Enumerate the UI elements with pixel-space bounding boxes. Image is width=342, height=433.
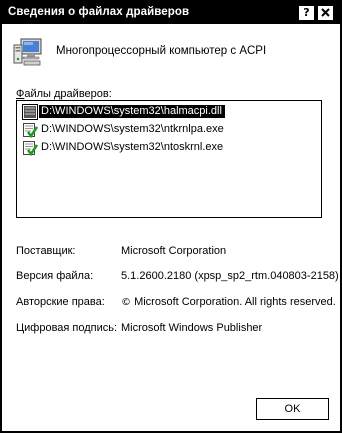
ok-button[interactable]: OK xyxy=(256,398,329,420)
driver-files-label: Файлы драйверов: xyxy=(16,88,112,100)
driver-files-list[interactable]: D:\WINDOWS\system32\halmacpi.dll D:\WIND… xyxy=(16,100,322,218)
signed-file-icon xyxy=(23,123,38,138)
file-version-value: 5.1.2600.2180 (xpsp_sp2_rtm.040803-2158) xyxy=(121,270,339,282)
file-version-label: Версия файла: xyxy=(16,270,94,282)
copyright-icon: © xyxy=(121,297,131,308)
unsigned-file-icon xyxy=(22,104,38,120)
computer-icon xyxy=(13,38,42,66)
window-title: Сведения о файлах драйверов xyxy=(8,6,190,18)
digital-signer-label: Цифровая подпись: xyxy=(16,322,118,334)
provider-label: Поставщик: xyxy=(16,245,76,257)
digital-signer-value: Microsoft Windows Publisher xyxy=(121,322,263,334)
file-path: D:\WINDOWS\system32\ntoskrnl.exe xyxy=(41,141,224,153)
file-path: D:\WINDOWS\system32\ntkrnlpa.exe xyxy=(41,123,224,135)
copyright-label: Авторские права: xyxy=(16,296,105,308)
provider-value: Microsoft Corporation xyxy=(121,245,227,257)
copyright-value: © Microsoft Corporation. All rights rese… xyxy=(121,296,336,308)
device-name: Многопроцессорный компьютер с ACPI xyxy=(56,45,267,57)
close-icon xyxy=(321,8,330,17)
help-button[interactable]: ? xyxy=(298,5,315,21)
list-item[interactable]: D:\WINDOWS\system32\ntkrnlpa.exe xyxy=(21,121,319,138)
title-bar[interactable]: Сведения о файлах драйверов ? xyxy=(2,2,340,24)
signed-file-icon xyxy=(23,141,38,156)
list-item[interactable]: D:\WINDOWS\system32\ntoskrnl.exe xyxy=(21,139,319,156)
close-button[interactable] xyxy=(317,5,334,21)
list-item[interactable]: D:\WINDOWS\system32\halmacpi.dll xyxy=(21,103,319,120)
driver-file-details-dialog: Сведения о файлах драйверов ? Многопроце… xyxy=(0,0,342,433)
file-path: D:\WINDOWS\system32\halmacpi.dll xyxy=(39,105,225,118)
